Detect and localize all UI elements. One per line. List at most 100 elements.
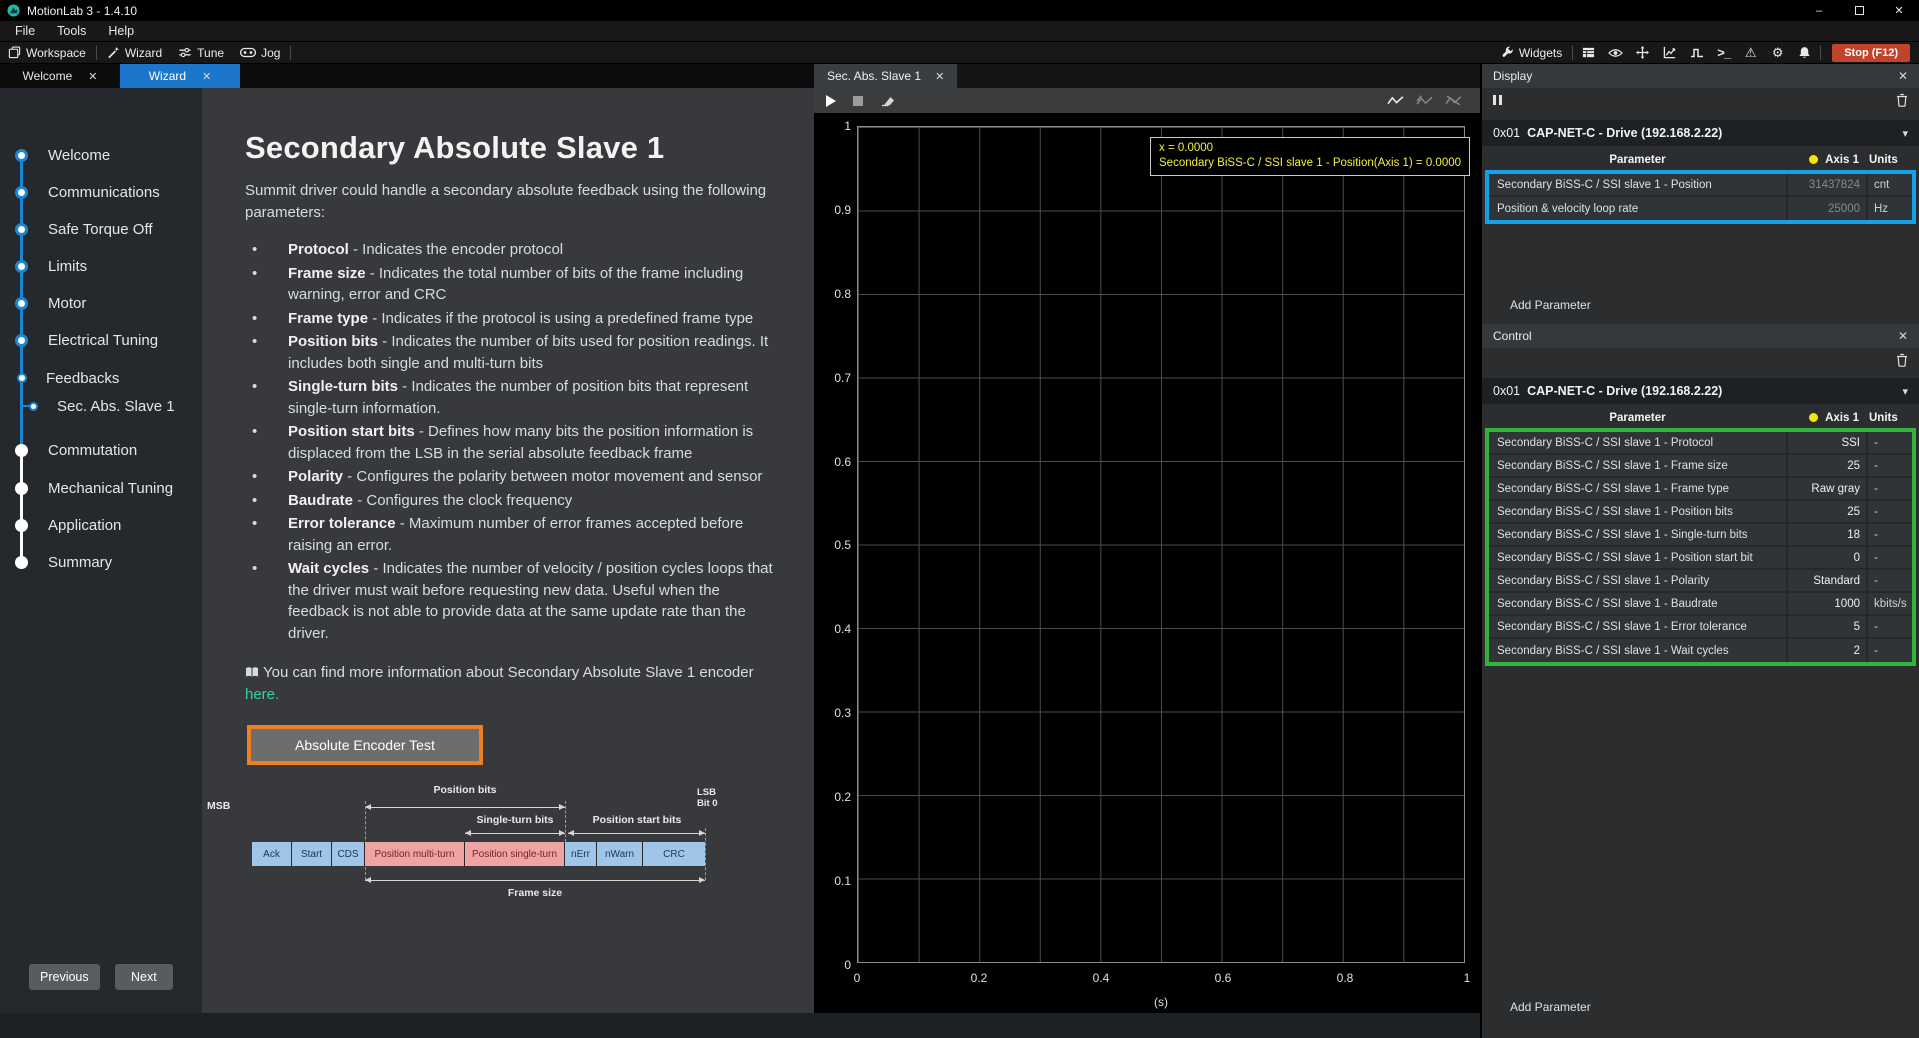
sidebar-step[interactable]: Motor (0, 293, 202, 313)
bell-icon[interactable] (1791, 46, 1818, 59)
right-panel: Display ✕ 0x01 CAP-NET-C - Drive (192.16… (1480, 64, 1919, 1038)
parameter-bullet: Error tolerance - Maximum number of erro… (245, 513, 773, 556)
control-parameter-row[interactable]: Secondary BiSS-C / SSI slave 1 - Positio… (1489, 501, 1912, 524)
step-node-icon (17, 373, 27, 383)
menu-item[interactable]: Tools (46, 24, 97, 38)
wand-icon (107, 46, 120, 59)
control-parameter-row[interactable]: Secondary BiSS-C / SSI slave 1 - Error t… (1489, 616, 1912, 639)
chevron-down-icon: ▾ (1902, 385, 1908, 398)
frame-cell: nErr (565, 842, 597, 866)
display-parameter-row[interactable]: Position & velocity loop rate 25000 Hz (1489, 197, 1912, 220)
sidebar-step[interactable]: Mechanical Tuning (0, 478, 202, 498)
parameter-bullet: Wait cycles - Indicates the number of ve… (245, 558, 773, 644)
move-icon[interactable] (1629, 46, 1656, 59)
menu-item[interactable]: File (4, 24, 46, 38)
tab-wizard[interactable]: Wizard ✕ (120, 64, 240, 88)
control-add-parameter[interactable]: Add Parameter (1510, 1000, 1591, 1014)
next-button[interactable]: Next (115, 964, 173, 990)
here-link[interactable]: here. (245, 686, 279, 703)
eye-icon[interactable] (1602, 48, 1629, 58)
sidebar-step[interactable]: Safe Torque Off (0, 219, 202, 239)
wizard-button[interactable]: Wizard (99, 42, 170, 63)
close-icon[interactable]: ✕ (1879, 0, 1919, 21)
toolbar-separator (1572, 46, 1573, 60)
tab-welcome[interactable]: Welcome ✕ (0, 64, 120, 88)
close-icon[interactable]: ✕ (1898, 329, 1908, 343)
sidebar-step[interactable]: Summary (0, 552, 202, 572)
trash-icon[interactable] (1896, 93, 1908, 107)
scope-tabstrip: Sec. Abs. Slave 1 ✕ (814, 64, 1480, 88)
gear-icon[interactable]: ⚙ (1764, 46, 1791, 59)
tab-sec-abs-slave-1[interactable]: Sec. Abs. Slave 1 ✕ (814, 64, 957, 88)
close-icon[interactable]: ✕ (88, 70, 97, 83)
frame-cells: Ack Start CDS Position multi-turn Positi… (252, 842, 705, 866)
sidebar-step[interactable]: Application (0, 515, 202, 535)
display-parameter-row[interactable]: Secondary BiSS-C / SSI slave 1 - Positio… (1489, 174, 1912, 197)
warning-icon[interactable]: ⚠ (1737, 46, 1764, 59)
frame-cell: CDS (332, 842, 365, 866)
display-drive-selector[interactable]: 0x01 CAP-NET-C - Drive (192.168.2.22) ▾ (1482, 120, 1919, 146)
table-icon[interactable] (1575, 46, 1602, 59)
chart-icon[interactable] (1656, 46, 1683, 59)
pause-icon[interactable] (1493, 95, 1502, 105)
control-parameter-row[interactable]: Secondary BiSS-C / SSI slave 1 - Positio… (1489, 547, 1912, 570)
control-drive-selector[interactable]: 0x01 CAP-NET-C - Drive (192.168.2.22) ▾ (1482, 378, 1919, 404)
position-start-bits-arrow (568, 833, 705, 834)
trace-off-icon[interactable] (1445, 95, 1462, 106)
sidebar-step[interactable]: Electrical Tuning (0, 330, 202, 350)
control-parameter-row[interactable]: Secondary BiSS-C / SSI slave 1 - Frame t… (1489, 478, 1912, 501)
parameter-bullet: Protocol - Indicates the encoder protoco… (245, 239, 773, 261)
tune-button[interactable]: Tune (170, 42, 232, 63)
stop-icon[interactable] (853, 96, 863, 106)
step-node-icon (29, 402, 38, 411)
control-parameter-row[interactable]: Secondary BiSS-C / SSI slave 1 - Frame s… (1489, 455, 1912, 478)
close-icon[interactable]: ✕ (935, 70, 944, 83)
widgets-button[interactable]: Widgets (1493, 46, 1570, 60)
sidebar-step[interactable]: Welcome (0, 145, 202, 165)
sidebar-step[interactable]: Sec. Abs. Slave 1 (0, 396, 202, 416)
control-parameter-row[interactable]: Secondary BiSS-C / SSI slave 1 - Polarit… (1489, 570, 1912, 593)
step-node-icon (15, 334, 28, 347)
pulse-icon[interactable] (1683, 47, 1710, 59)
maximize-icon[interactable] (1839, 0, 1879, 21)
sidebar-step[interactable]: Feedbacks (0, 368, 202, 388)
jog-button[interactable]: Jog (232, 42, 288, 63)
frame-cell: Ack (252, 842, 292, 866)
display-highlight-box: Secondary BiSS-C / SSI slave 1 - Positio… (1485, 170, 1916, 224)
stop-button[interactable]: Stop (F12) (1832, 44, 1910, 62)
book-icon (245, 666, 259, 678)
motionlab-window: MotionLab 3 - 1.4.10 – ✕ FileToolsHelp W… (0, 0, 1919, 1038)
sidebar-step[interactable]: Communications (0, 182, 202, 202)
menu-item[interactable]: Help (97, 24, 145, 38)
display-add-parameter[interactable]: Add Parameter (1510, 298, 1919, 312)
control-parameter-row[interactable]: Secondary BiSS-C / SSI slave 1 - Baudrat… (1489, 593, 1912, 616)
play-icon[interactable] (826, 95, 836, 107)
eraser-icon[interactable] (880, 94, 895, 107)
trash-icon[interactable] (1896, 353, 1908, 367)
absolute-encoder-test-button[interactable]: Absolute Encoder Test (247, 725, 483, 765)
chevron-down-icon: ▾ (1902, 127, 1908, 140)
signal-trace-icon[interactable] (1387, 95, 1404, 106)
status-strip (0, 1013, 1480, 1038)
close-icon[interactable]: ✕ (202, 70, 211, 83)
minimize-icon[interactable]: – (1799, 0, 1839, 21)
frame-cell: Position multi-turn (365, 842, 465, 866)
sidebar-step[interactable]: Limits (0, 256, 202, 276)
wizard-page: Secondary Absolute Slave 1 Summit driver… (202, 88, 814, 1013)
control-parameter-row[interactable]: Secondary BiSS-C / SSI slave 1 - Protoco… (1489, 432, 1912, 455)
step-node-icon (15, 297, 28, 310)
sidebar-step[interactable]: Commutation (0, 440, 202, 460)
axis-status-dot (1809, 413, 1818, 422)
multi-trace-icon[interactable] (1416, 95, 1433, 106)
step-node-icon (15, 223, 28, 236)
control-parameter-row[interactable]: Secondary BiSS-C / SSI slave 1 - Single-… (1489, 524, 1912, 547)
frame-cell: Start (292, 842, 332, 866)
step-node-icon (15, 260, 28, 273)
terminal-icon[interactable]: >_ (1710, 46, 1737, 59)
plot-canvas[interactable] (857, 126, 1465, 963)
parameter-bullet: Single-turn bits - Indicates the number … (245, 376, 773, 419)
workspace-button[interactable]: Workspace (0, 42, 94, 63)
control-parameter-row[interactable]: Secondary BiSS-C / SSI slave 1 - Wait cy… (1489, 639, 1912, 662)
close-icon[interactable]: ✕ (1898, 69, 1908, 83)
previous-button[interactable]: Previous (29, 964, 100, 990)
